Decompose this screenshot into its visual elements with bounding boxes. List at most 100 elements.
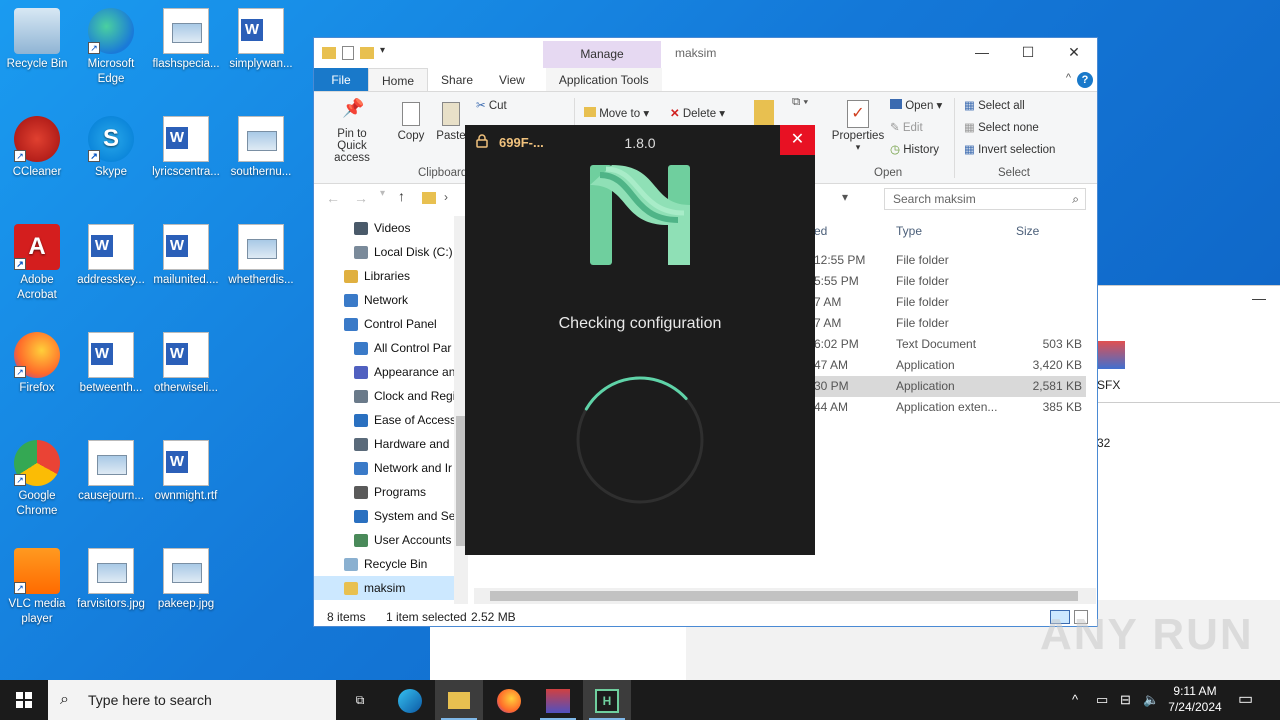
desktop-icon[interactable]: ownmight.rtf (149, 440, 223, 504)
desktop-icon[interactable]: mailunited.... (149, 224, 223, 288)
nav-item[interactable]: Ease of Access (314, 408, 468, 432)
start-button[interactable] (0, 680, 48, 720)
collapse-ribbon-icon[interactable]: ^ (1066, 72, 1071, 84)
minimize-icon[interactable]: — (1252, 290, 1266, 306)
firefox-taskbar-icon[interactable] (485, 680, 533, 720)
properties-qat-icon[interactable] (342, 46, 354, 60)
dialog-close-button[interactable]: ✕ (780, 125, 815, 155)
delete-button[interactable]: ✕ Delete ▾ (670, 106, 725, 120)
file-row[interactable]: 44 AM Application exten... 385 KB (814, 397, 1086, 418)
select-all-button[interactable]: ▦ Select all (964, 98, 1025, 112)
desktop-icon[interactable]: ↗ CCleaner (0, 116, 74, 180)
file-explorer-taskbar-icon[interactable] (435, 680, 483, 720)
installer-taskbar-icon[interactable]: H (583, 680, 631, 720)
desktop-icon[interactable]: Recycle Bin (0, 8, 74, 72)
nav-item[interactable]: Appearance an (314, 360, 468, 384)
desktop-icon[interactable]: pakeep.jpg (149, 548, 223, 612)
history-button[interactable]: ◷ History (890, 142, 939, 156)
column-type[interactable]: Type (896, 224, 922, 246)
back-arrow-icon[interactable]: ← (326, 190, 340, 206)
winrar-taskbar-icon[interactable] (534, 680, 582, 720)
file-row[interactable]: 7 AM File folder (814, 292, 1086, 313)
horizontal-scrollbar[interactable] (474, 588, 1096, 604)
show-hidden-icons-icon[interactable]: ^ (1072, 680, 1078, 720)
file-row[interactable]: 12:55 PM File folder (814, 250, 1086, 271)
network-icon[interactable]: ⊟ (1120, 680, 1131, 720)
taskbar-search-input[interactable]: ⌕ Type here to search (48, 680, 336, 720)
move-to-button[interactable]: Move to ▾ (584, 106, 649, 120)
close-button[interactable]: ✕ (1051, 38, 1097, 68)
invert-selection-button[interactable]: ▦ Invert selection (964, 142, 1055, 156)
desktop-icon[interactable]: ↗ Microsoft Edge (74, 8, 148, 87)
tab-file[interactable]: File (314, 68, 368, 91)
tab-home[interactable]: Home (368, 68, 429, 91)
nav-item[interactable]: User Accounts (314, 528, 468, 552)
edge-taskbar-icon[interactable] (386, 680, 434, 720)
desktop-icon[interactable]: flashspecia... (149, 8, 223, 72)
cut-button[interactable]: ✂ Cut (476, 98, 507, 112)
nav-item[interactable]: maksim (314, 576, 468, 600)
tray-device-icon[interactable]: ▭ (1096, 680, 1108, 720)
recent-locations-icon[interactable]: ▾ (380, 188, 385, 199)
volume-icon[interactable]: 🔈 (1143, 680, 1159, 720)
desktop-icon[interactable]: whetherdis... (224, 224, 298, 288)
desktop-icon[interactable]: ↗ Firefox (0, 332, 74, 396)
nav-item[interactable]: Hardware and (314, 432, 468, 456)
tab-view[interactable]: View (486, 68, 538, 91)
desktop-icon[interactable]: otherwiseli... (149, 332, 223, 396)
nav-item[interactable]: Local Disk (C:) (314, 240, 468, 264)
desktop-icon[interactable]: farvisitors.jpg (74, 548, 148, 612)
chevron-down-icon[interactable]: ▾ (380, 45, 385, 60)
desktop-icon[interactable]: ↗ VLC media player (0, 548, 74, 627)
nav-item[interactable]: Control Panel (314, 312, 468, 336)
nav-item[interactable]: Videos (314, 216, 468, 240)
desktop-icon[interactable]: betweenth... (74, 332, 148, 396)
desktop-icon[interactable]: southernu... (224, 116, 298, 180)
taskbar-clock[interactable]: 9:11 AM 7/24/2024 (1164, 683, 1226, 715)
column-size[interactable]: Size (1016, 224, 1039, 246)
desktop-icon[interactable]: simplywan... (224, 8, 298, 72)
file-row[interactable]: 6:02 PM Text Document 503 KB (814, 334, 1086, 355)
nav-item[interactable]: All Control Par (314, 336, 468, 360)
maximize-button[interactable]: ☐ (1005, 38, 1051, 68)
desktop-icon[interactable]: lyricscentra... (149, 116, 223, 180)
notifications-icon[interactable]: ▭ (1238, 680, 1253, 720)
up-arrow-icon[interactable]: ↑ (398, 188, 405, 204)
edit-button[interactable]: ✎ Edit (890, 120, 923, 134)
file-row[interactable]: 5:55 PM File folder (814, 271, 1086, 292)
nav-item[interactable]: Network (314, 288, 468, 312)
file-row[interactable]: 47 AM Application 3,420 KB (814, 355, 1086, 376)
nav-item[interactable]: Network and Ir (314, 456, 468, 480)
desktop-icon[interactable]: ↗ Google Chrome (0, 440, 74, 519)
desktop-icon[interactable]: A ↗ Adobe Acrobat (0, 224, 74, 303)
tab-application-tools[interactable]: Application Tools (545, 68, 662, 91)
paste-button[interactable]: Paste (434, 102, 468, 142)
desktop-icon[interactable]: addresskey... (74, 224, 148, 288)
nav-item[interactable]: Recycle Bin (314, 552, 468, 576)
new-folder-qat-icon[interactable] (360, 47, 374, 59)
desktop-icon[interactable]: S ↗ Skype (74, 116, 148, 180)
nav-item[interactable]: Libraries (314, 264, 468, 288)
properties-button[interactable]: ✓ Properties ▾ (829, 100, 887, 153)
horizontal-scrollbar-thumb[interactable] (490, 591, 1078, 601)
nav-item[interactable]: System and Sec (314, 504, 468, 528)
open-button[interactable]: Open ▾ (890, 98, 942, 112)
pin-to-quick-access-button[interactable]: 📌 Pin to Quick access (322, 99, 382, 164)
forward-arrow-icon[interactable]: → (354, 190, 368, 206)
address-dropdown-icon[interactable]: ▾ (842, 190, 848, 204)
tab-manage[interactable]: Manage (543, 41, 661, 68)
help-icon[interactable]: ? (1077, 72, 1093, 88)
column-date[interactable]: ed (814, 224, 827, 246)
background-window[interactable]: — SFX 32 (1097, 285, 1280, 450)
search-input[interactable]: Search maksim ⌕ (884, 188, 1086, 210)
nav-item[interactable]: Clock and Regi (314, 384, 468, 408)
task-view-button[interactable]: ⧉ (336, 680, 384, 720)
select-none-button[interactable]: ▦ Select none (964, 120, 1039, 134)
copy-button[interactable]: Copy (394, 102, 428, 142)
minimize-button[interactable]: — (959, 38, 1005, 68)
file-row[interactable]: 7 AM File folder (814, 313, 1086, 334)
new-folder-icon[interactable] (754, 100, 774, 128)
new-item-icon[interactable]: ⧉ ▾ (792, 96, 808, 109)
desktop-icon[interactable]: causejourn... (74, 440, 148, 504)
file-row[interactable]: 30 PM Application 2,581 KB (814, 376, 1086, 397)
